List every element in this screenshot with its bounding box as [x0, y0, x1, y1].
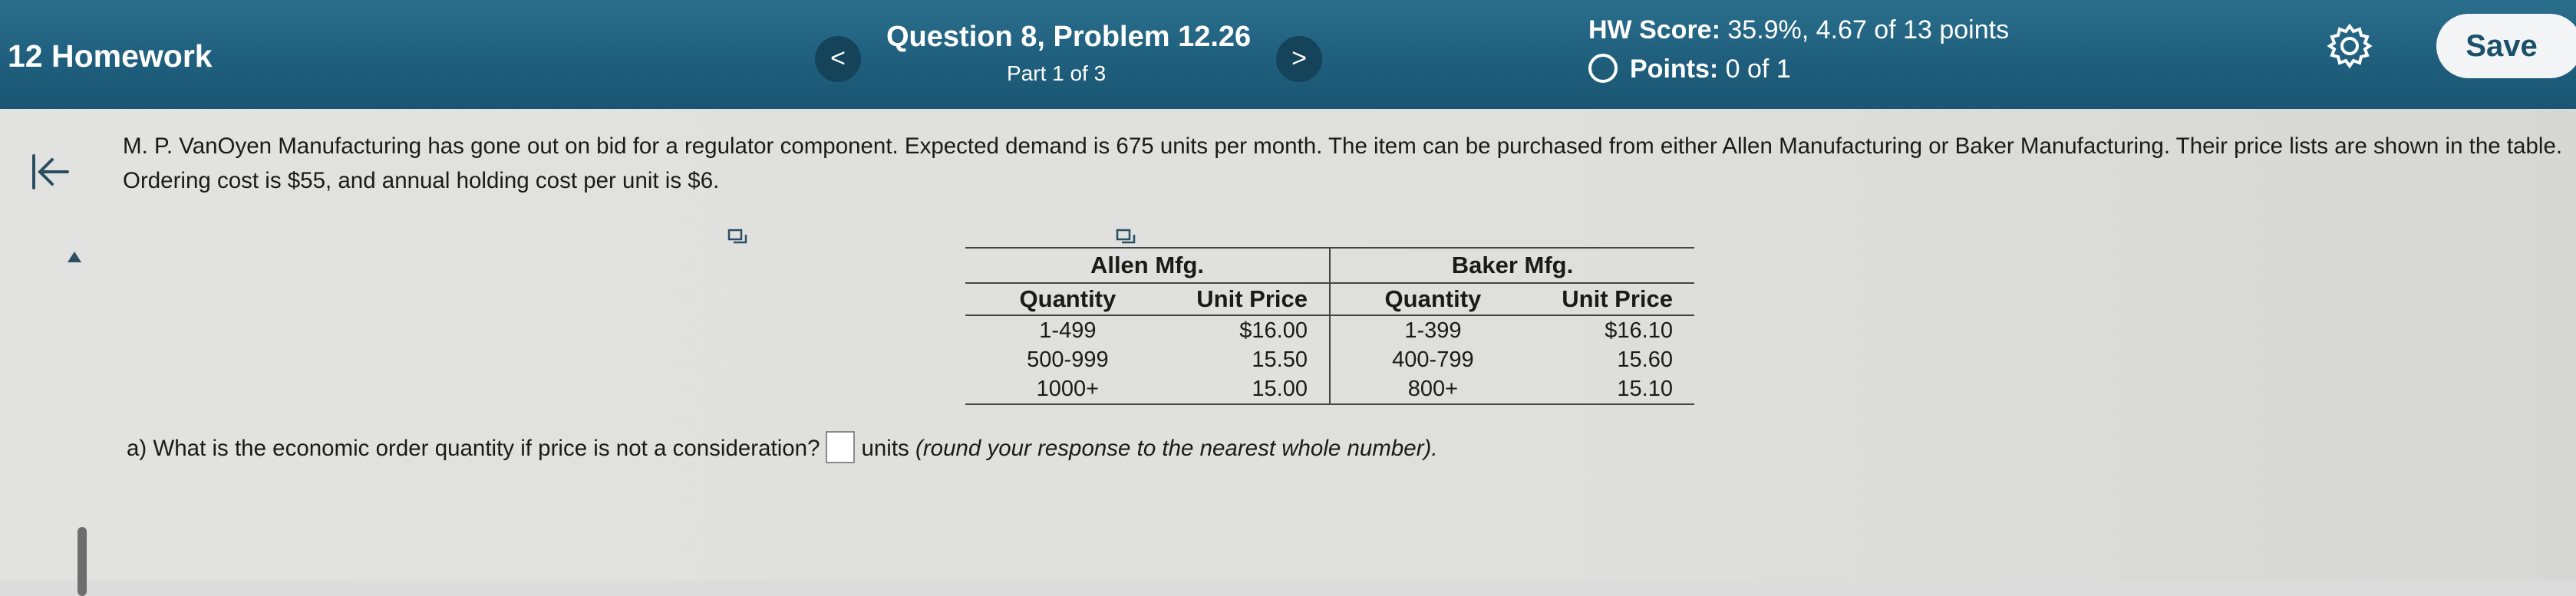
price-list-table: Allen Mfg. Baker Mfg. Quantity Unit Pric… [965, 247, 1694, 405]
column-header: Quantity [965, 283, 1170, 316]
up-arrow-icon[interactable] [68, 252, 81, 262]
points-value: 0 of 1 [1725, 54, 1791, 84]
table-row: 1000+ 15.00 800+ 15.10 [965, 374, 1694, 405]
table-cell: 15.50 [1169, 345, 1331, 374]
problem-statement: M. P. VanOyen Manufacturing has gone out… [123, 133, 2563, 193]
column-header: Quantity [1329, 283, 1535, 316]
question-part-a: a) What is the economic order quantity i… [127, 431, 1438, 465]
rounding-instruction: (round your response to the nearest whol… [915, 436, 1438, 461]
answer-units: units [861, 436, 909, 461]
assignment-header: 12 Homework < Question 8, Problem 12.26 … [0, 0, 2576, 109]
radio-circle-icon [1588, 54, 1618, 83]
save-button[interactable]: Save [2436, 14, 2576, 78]
column-header: Unit Price [1169, 283, 1331, 316]
question-title: Question 8, Problem 12.26 [886, 21, 1252, 53]
table-cell: 1000+ [965, 374, 1170, 405]
column-header: Unit Price [1535, 283, 1694, 316]
table-cell: 15.60 [1617, 347, 1673, 372]
table-cell: 1-399 [1404, 318, 1462, 343]
table-group-header-row: Allen Mfg. Baker Mfg. [965, 247, 1694, 284]
question-content: M. P. VanOyen Manufacturing has gone out… [0, 109, 2576, 596]
points-label: Points: [1630, 54, 1719, 84]
group-header-baker: Baker Mfg. [1329, 247, 1694, 284]
table-cell: 400-799 [1392, 347, 1474, 372]
table-cell: 500-999 [1027, 347, 1109, 372]
hw-score-value: 35.9%, 4.67 of 13 points [1727, 15, 2010, 44]
table-column-header-row: Quantity Unit Price Quantity Unit Price [965, 283, 1694, 316]
copy-icon[interactable] [727, 229, 747, 245]
eoq-answer-input[interactable] [826, 431, 856, 463]
gear-icon[interactable] [2325, 21, 2374, 71]
table-cell: 15.00 [1169, 374, 1331, 405]
table-cell: $16.10 [1605, 318, 1673, 343]
table-row: 1-499 $16.00 1-399 $16.10 [965, 315, 1694, 345]
table-cell: 15.10 [1535, 374, 1694, 405]
scrollbar-handle[interactable] [78, 527, 87, 596]
table-cell: $16.00 [1169, 315, 1331, 345]
question-part: Part 1 of 3 [1007, 61, 1107, 85]
hw-score-label: HW Score: [1588, 15, 1720, 44]
copy-icon[interactable] [1116, 229, 1136, 245]
next-question-button[interactable]: > [1276, 36, 1322, 82]
group-header-allen: Allen Mfg. [965, 247, 1331, 284]
homework-title[interactable]: 12 Homework [8, 38, 213, 74]
table-cell: 800+ [1329, 374, 1535, 405]
table-row: 500-999 15.50 400-799 15.60 [965, 345, 1694, 374]
previous-question-button[interactable]: < [815, 36, 861, 82]
hw-score: HW Score: 35.9%, 4.67 of 13 points [1588, 15, 2009, 45]
table-cell: 1-499 [1039, 318, 1097, 343]
points-status: Points: 0 of 1 [1588, 54, 1791, 84]
collapse-icon[interactable] [29, 151, 71, 193]
question-prompt: a) What is the economic order quantity i… [127, 436, 820, 461]
